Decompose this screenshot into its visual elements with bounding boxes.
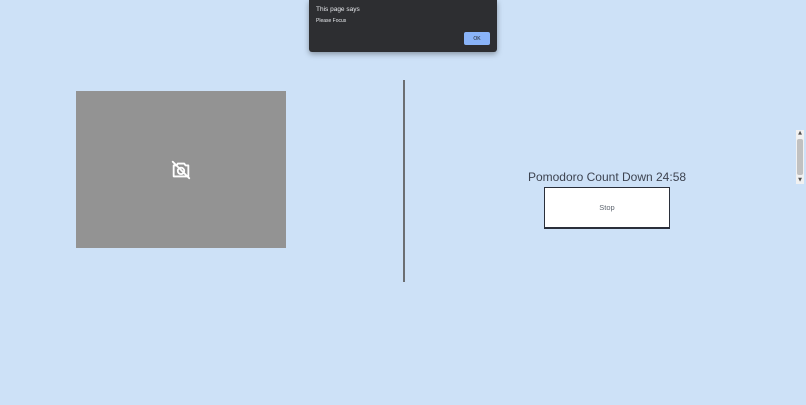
vertical-divider [403, 80, 405, 282]
stop-button[interactable]: Stop [544, 187, 670, 229]
scroll-track[interactable] [796, 137, 804, 177]
scroll-thumb[interactable] [797, 139, 803, 175]
scrollbar[interactable]: ▲ ▼ [796, 130, 804, 184]
ok-button[interactable]: OK [464, 32, 490, 45]
alert-dialog: This page says Please Focus OK [309, 0, 497, 52]
camera-off-icon [171, 160, 191, 179]
scroll-down-arrow[interactable]: ▼ [796, 177, 804, 184]
camera-preview [76, 91, 286, 248]
alert-message: Please Focus [316, 18, 347, 24]
pomodoro-countdown: Pomodoro Count Down 24:58 [527, 170, 687, 184]
scroll-up-arrow[interactable]: ▲ [796, 130, 804, 137]
alert-title: This page says [316, 6, 360, 13]
